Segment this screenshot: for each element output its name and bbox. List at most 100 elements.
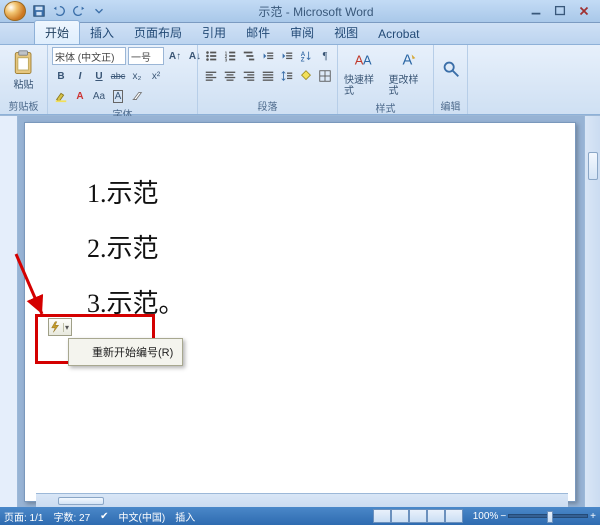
save-icon[interactable] bbox=[30, 2, 48, 20]
list-item[interactable]: 2.示范 bbox=[87, 228, 575, 265]
view-web-layout-button[interactable] bbox=[409, 509, 427, 523]
group-label-paragraph: 段落 bbox=[202, 97, 333, 113]
change-styles-button[interactable]: A 更改样式 bbox=[387, 47, 430, 99]
align-right-button[interactable] bbox=[240, 67, 258, 85]
svg-text:A: A bbox=[402, 53, 412, 69]
scroll-up-icon[interactable] bbox=[586, 118, 600, 132]
status-language[interactable]: 中文(中国) bbox=[119, 509, 166, 524]
numbering-button[interactable]: 123 bbox=[221, 47, 239, 65]
vertical-scrollbar[interactable] bbox=[584, 116, 600, 507]
group-editing: 编辑 bbox=[434, 45, 468, 114]
vertical-ruler bbox=[0, 116, 18, 507]
tab-insert[interactable]: 插入 bbox=[80, 21, 124, 44]
zoom-out-button[interactable]: − bbox=[500, 511, 506, 522]
svg-text:Z: Z bbox=[301, 56, 305, 63]
quick-access-toolbar bbox=[30, 2, 108, 20]
office-button[interactable] bbox=[4, 1, 26, 21]
title-bar: 示范 - Microsoft Word bbox=[0, 0, 600, 23]
svg-text:3: 3 bbox=[225, 57, 228, 62]
autocorrect-smart-tag[interactable]: ▾ bbox=[48, 318, 72, 336]
qat-customize-icon[interactable] bbox=[90, 2, 108, 20]
group-font: 宋体 (中文正) 一号 A↑ A↓ B I U abc x₂ x² A Aa A… bbox=[48, 45, 198, 114]
svg-text:A: A bbox=[363, 53, 372, 68]
editing-button[interactable] bbox=[438, 47, 464, 91]
char-border-button[interactable]: A bbox=[109, 87, 127, 105]
zoom-control: 100% − + bbox=[473, 511, 596, 522]
align-left-button[interactable] bbox=[202, 67, 220, 85]
group-clipboard: 粘贴 剪贴板 bbox=[0, 45, 48, 114]
change-case-button[interactable]: Aa bbox=[90, 87, 108, 105]
multilevel-list-button[interactable] bbox=[240, 47, 258, 65]
minimize-button[interactable] bbox=[524, 3, 548, 19]
shading-button[interactable] bbox=[297, 67, 315, 85]
scrollbar-thumb[interactable] bbox=[588, 152, 598, 180]
numbered-list: 1.示范 2.示范 3.示范。 bbox=[87, 173, 575, 320]
group-paragraph: 123 AZ ¶ 段落 bbox=[198, 45, 338, 114]
zoom-slider-thumb[interactable] bbox=[547, 511, 553, 523]
tab-mailings[interactable]: 邮件 bbox=[236, 21, 280, 44]
quick-styles-label: 快速样式 bbox=[344, 75, 383, 97]
underline-button[interactable]: U bbox=[90, 67, 108, 85]
show-marks-button[interactable]: ¶ bbox=[316, 47, 334, 65]
zoom-in-button[interactable]: + bbox=[590, 511, 596, 522]
tab-acrobat[interactable]: Acrobat bbox=[368, 24, 429, 44]
window-controls bbox=[524, 3, 596, 19]
font-family-combo[interactable]: 宋体 (中文正) bbox=[52, 47, 126, 65]
increase-indent-button[interactable] bbox=[278, 47, 296, 65]
group-label-editing: 编辑 bbox=[438, 97, 463, 113]
tab-view[interactable]: 视图 bbox=[324, 21, 368, 44]
subscript-button[interactable]: x₂ bbox=[128, 67, 146, 85]
scrollbar-thumb[interactable] bbox=[58, 497, 104, 505]
font-size-combo[interactable]: 一号 bbox=[128, 47, 164, 65]
tab-page-layout[interactable]: 页面布局 bbox=[124, 21, 192, 44]
sort-button[interactable]: AZ bbox=[297, 47, 315, 65]
bold-button[interactable]: B bbox=[52, 67, 70, 85]
clear-format-button[interactable] bbox=[128, 87, 146, 105]
grow-font-button[interactable]: A↑ bbox=[166, 47, 184, 65]
view-draft-button[interactable] bbox=[445, 509, 463, 523]
document-area: 1.示范 2.示范 3.示范。 bbox=[0, 116, 600, 507]
strike-button[interactable]: abc bbox=[109, 67, 127, 85]
view-print-layout-button[interactable] bbox=[373, 509, 391, 523]
bullets-button[interactable] bbox=[202, 47, 220, 65]
quick-styles-button[interactable]: AA 快速样式 bbox=[342, 47, 385, 99]
paste-button[interactable] bbox=[8, 47, 40, 79]
undo-icon[interactable] bbox=[50, 2, 68, 20]
document-viewport[interactable]: 1.示范 2.示范 3.示范。 bbox=[18, 116, 584, 507]
group-styles: AA 快速样式 A 更改样式 样式 bbox=[338, 45, 434, 114]
decrease-indent-button[interactable] bbox=[259, 47, 277, 65]
maximize-button[interactable] bbox=[548, 3, 572, 19]
close-button[interactable] bbox=[572, 3, 596, 19]
lightning-icon bbox=[49, 320, 63, 334]
ribbon-tabs: 开始 插入 页面布局 引用 邮件 审阅 视图 Acrobat bbox=[0, 23, 600, 45]
align-center-button[interactable] bbox=[221, 67, 239, 85]
menu-item-restart-numbering[interactable]: 重新开始编号(R) bbox=[71, 341, 180, 363]
page[interactable]: 1.示范 2.示范 3.示范。 bbox=[24, 122, 576, 502]
chevron-down-icon: ▾ bbox=[63, 323, 71, 332]
highlight-color-button[interactable] bbox=[52, 87, 70, 105]
horizontal-scrollbar[interactable] bbox=[36, 493, 568, 507]
tab-review[interactable]: 审阅 bbox=[280, 21, 324, 44]
borders-button[interactable] bbox=[316, 67, 334, 85]
status-insert-mode[interactable]: 插入 bbox=[175, 509, 195, 524]
group-label-styles: 样式 bbox=[342, 99, 429, 115]
italic-button[interactable]: I bbox=[71, 67, 89, 85]
zoom-level[interactable]: 100% bbox=[473, 511, 499, 522]
justify-button[interactable] bbox=[259, 67, 277, 85]
font-color-button[interactable]: A bbox=[71, 87, 89, 105]
status-proofing-icon[interactable]: ✔ bbox=[100, 511, 108, 522]
list-item[interactable]: 1.示范 bbox=[87, 173, 575, 210]
list-item[interactable]: 3.示范。 bbox=[87, 283, 575, 320]
status-word-count[interactable]: 字数: 27 bbox=[53, 509, 90, 524]
ribbon: 粘贴 剪贴板 宋体 (中文正) 一号 A↑ A↓ B I U abc x₂ x²… bbox=[0, 45, 600, 115]
view-outline-button[interactable] bbox=[427, 509, 445, 523]
change-styles-label: 更改样式 bbox=[389, 75, 428, 97]
line-spacing-button[interactable] bbox=[278, 67, 296, 85]
redo-icon[interactable] bbox=[70, 2, 88, 20]
view-full-reading-button[interactable] bbox=[391, 509, 409, 523]
superscript-button[interactable]: x² bbox=[147, 67, 165, 85]
status-page[interactable]: 页面: 1/1 bbox=[4, 509, 43, 524]
zoom-slider[interactable] bbox=[508, 514, 588, 518]
tab-references[interactable]: 引用 bbox=[192, 21, 236, 44]
tab-home[interactable]: 开始 bbox=[34, 20, 80, 44]
